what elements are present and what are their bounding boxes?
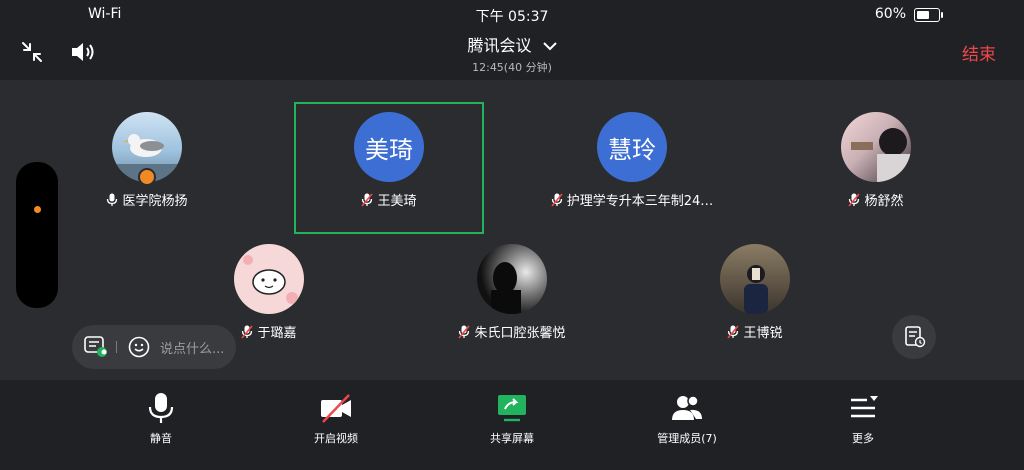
video-off-icon xyxy=(321,394,351,423)
more-menu-icon xyxy=(851,396,878,418)
share-screen-icon xyxy=(498,395,526,422)
avatar: 美琦 xyxy=(354,112,424,182)
participant-name: 王美琦 xyxy=(377,194,417,209)
participant-tile[interactable]: 王博锐 xyxy=(660,244,850,341)
mic-muted-icon xyxy=(848,192,861,207)
start-video-button[interactable]: 开启视频 xyxy=(276,392,396,446)
participant-name: 杨舒然 xyxy=(864,194,904,209)
avatar: 慧玲 xyxy=(597,112,667,182)
mic-muted-icon xyxy=(361,192,374,207)
meeting-title: 腾讯会议 xyxy=(467,36,532,55)
manage-members-button[interactable]: 管理成员(7) xyxy=(627,392,747,446)
participant-tile[interactable]: 杨舒然 xyxy=(781,112,971,209)
document-icon xyxy=(905,326,926,348)
status-bar: Wi-Fi 下午 05:37 60% xyxy=(0,0,1024,28)
avatar xyxy=(234,244,304,314)
participant-tile[interactable]: 医学院杨扬 xyxy=(52,112,242,209)
more-button[interactable]: 更多 xyxy=(803,392,923,446)
bottom-toolbar: 静音 开启视频 共享屏幕 管理成员(7) 更多 xyxy=(0,380,1024,470)
avatar xyxy=(477,244,547,314)
participant-name: 护理学专升本三年制24… xyxy=(566,194,714,209)
mute-label: 静音 xyxy=(150,432,172,445)
participant-name: 医学院杨扬 xyxy=(122,194,188,209)
manage-members-label: 管理成员(7) xyxy=(657,432,717,445)
participant-name: 王博锐 xyxy=(743,326,783,341)
clock: 下午 05:37 xyxy=(475,9,549,25)
avatar xyxy=(720,244,790,314)
microphone-icon xyxy=(148,393,174,423)
meeting-title-dropdown[interactable]: 腾讯会议 xyxy=(0,32,1024,56)
avatar xyxy=(841,112,911,182)
more-label: 更多 xyxy=(852,432,874,445)
mic-on-icon xyxy=(107,193,118,206)
end-meeting-button[interactable]: 结束 xyxy=(962,40,996,65)
participant-name: 于璐嘉 xyxy=(257,326,297,341)
start-video-label: 开启视频 xyxy=(314,432,358,445)
chevron-down-icon xyxy=(542,36,557,55)
chat-toggle-icon[interactable] xyxy=(84,336,108,358)
mic-muted-icon xyxy=(458,324,471,339)
mute-button[interactable]: 静音 xyxy=(101,392,221,446)
chat-input-pill[interactable]: 说点什么... xyxy=(72,325,236,369)
emoji-icon[interactable] xyxy=(128,336,150,358)
recording-dot-icon xyxy=(34,206,41,213)
host-badge-icon xyxy=(138,168,156,186)
mic-muted-icon xyxy=(241,324,254,339)
battery-percent: 60% xyxy=(874,6,906,22)
participant-tile[interactable]: 美琦 王美琦 xyxy=(294,112,484,209)
battery-icon xyxy=(914,8,943,22)
mic-muted-icon xyxy=(551,192,563,207)
members-icon xyxy=(672,395,702,420)
divider xyxy=(116,341,117,353)
participant-tile[interactable]: 慧玲 护理学专升本三年制24… xyxy=(537,112,727,209)
notes-button[interactable] xyxy=(892,315,936,359)
participant-tile[interactable]: 朱氏口腔张馨悦 xyxy=(417,244,607,341)
chat-placeholder[interactable]: 说点什么... xyxy=(160,338,224,357)
meeting-duration: 12:45(40 分钟) xyxy=(472,61,552,74)
mic-muted-icon xyxy=(727,324,740,339)
meeting-header: 腾讯会议 12:45(40 分钟) 结束 xyxy=(0,28,1024,80)
share-screen-button[interactable]: 共享屏幕 xyxy=(452,392,572,446)
participant-name: 朱氏口腔张馨悦 xyxy=(474,326,566,341)
share-screen-label: 共享屏幕 xyxy=(490,432,534,445)
participant-grid: 医学院杨扬 美琦 王美琦 慧玲 护理学专升本三年制24… 杨舒然 于璐嘉 朱氏口… xyxy=(0,80,1024,380)
